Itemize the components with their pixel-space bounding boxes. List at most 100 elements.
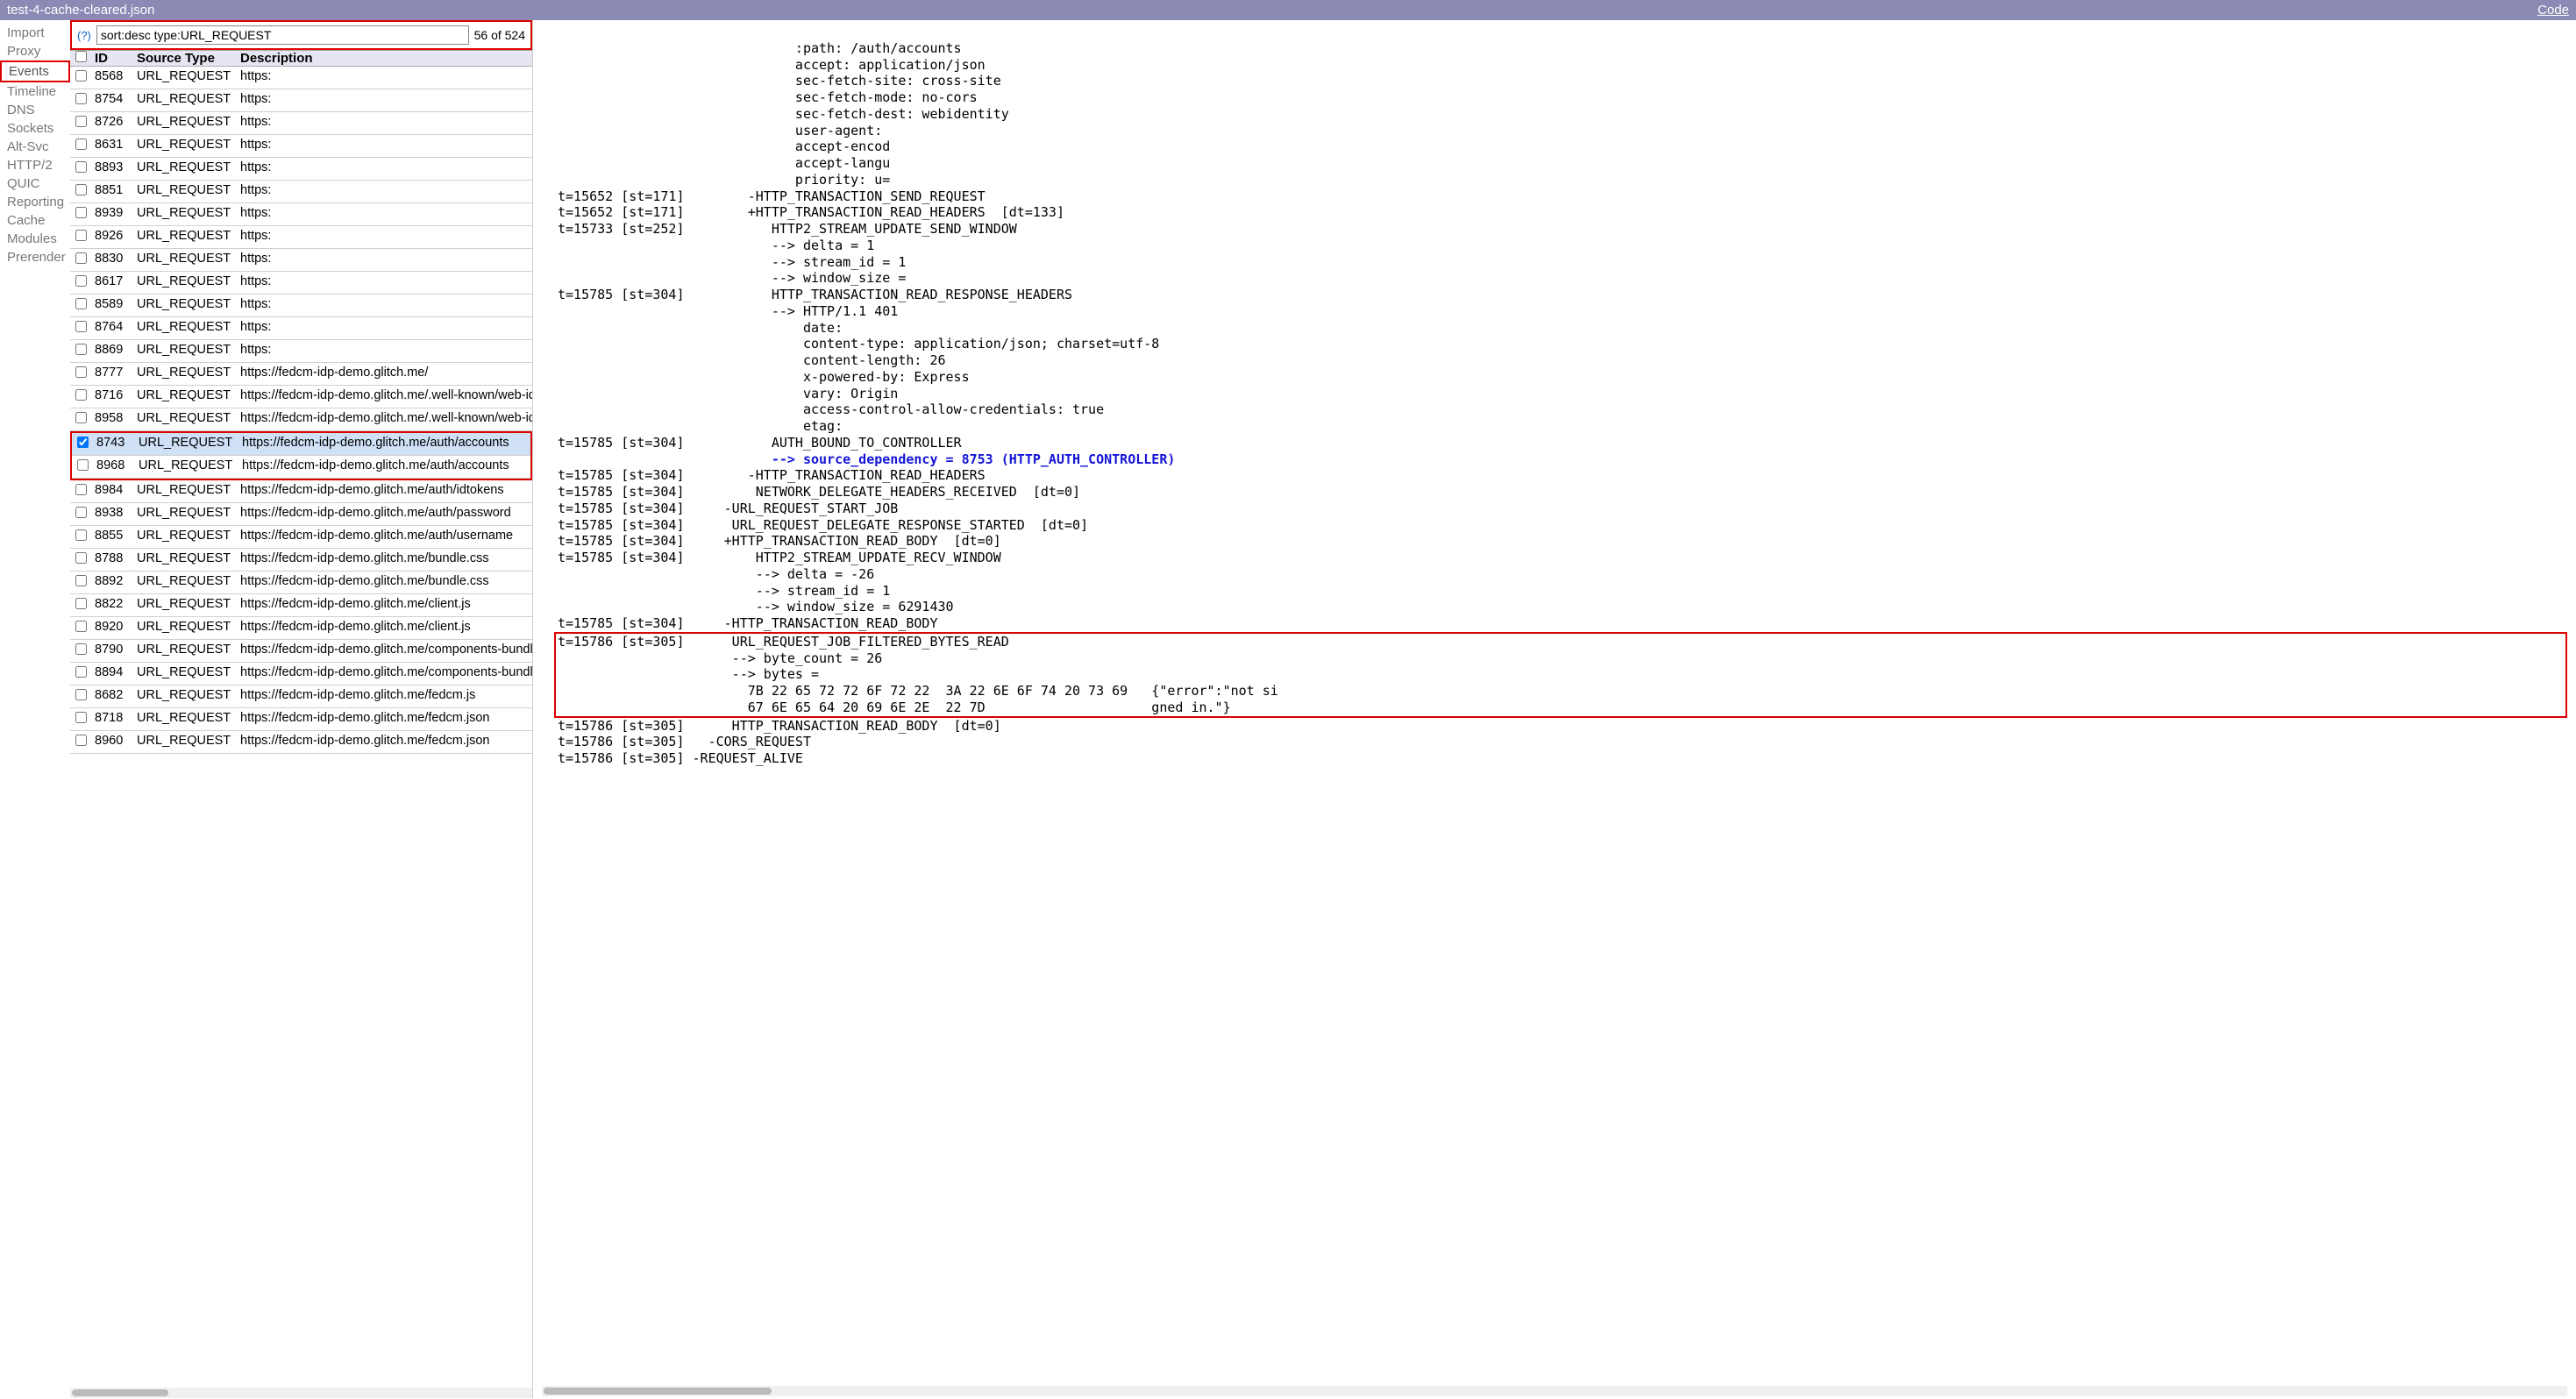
row-checkbox-cell[interactable] [70,67,91,89]
table-row[interactable]: 8743URL_REQUESThttps://fedcm-idp-demo.gl… [72,433,530,456]
table-row[interactable]: 8960URL_REQUESThttps://fedcm-idp-demo.gl… [70,731,532,754]
row-checkbox-cell[interactable] [70,181,91,202]
table-row[interactable]: 8894URL_REQUESThttps://fedcm-idp-demo.gl… [70,663,532,685]
table-row[interactable]: 8617URL_REQUESThttps: [70,272,532,295]
row-checkbox[interactable] [75,689,87,700]
row-checkbox-cell[interactable] [70,89,91,111]
sidebar-item-dns[interactable]: DNS [0,101,70,119]
row-checkbox[interactable] [75,484,87,495]
row-checkbox[interactable] [75,389,87,401]
table-row[interactable]: 8568URL_REQUESThttps: [70,67,532,89]
row-checkbox-cell[interactable] [70,112,91,134]
row-checkbox-cell[interactable] [70,386,91,408]
row-checkbox-cell[interactable] [70,480,91,502]
detail-horizontal-scrollbar[interactable] [542,1386,2567,1396]
table-row[interactable]: 8777URL_REQUESThttps://fedcm-idp-demo.gl… [70,363,532,386]
row-checkbox-cell[interactable] [70,572,91,593]
row-checkbox-cell[interactable] [70,731,91,753]
row-checkbox[interactable] [75,230,87,241]
row-checkbox-cell[interactable] [70,203,91,225]
row-checkbox[interactable] [75,412,87,423]
row-checkbox-cell[interactable] [70,272,91,294]
header-type[interactable]: Source Type [133,51,237,66]
row-checkbox-cell[interactable] [70,663,91,685]
row-checkbox[interactable] [75,207,87,218]
row-checkbox-cell[interactable] [70,226,91,248]
table-row[interactable]: 8822URL_REQUESThttps://fedcm-idp-demo.gl… [70,594,532,617]
table-row[interactable]: 8893URL_REQUESThttps: [70,158,532,181]
table-row[interactable]: 8754URL_REQUESThttps: [70,89,532,112]
row-checkbox[interactable] [75,321,87,332]
row-checkbox[interactable] [75,138,87,150]
table-row[interactable]: 8984URL_REQUESThttps://fedcm-idp-demo.gl… [70,480,532,503]
sidebar-item-sockets[interactable]: Sockets [0,119,70,138]
row-checkbox-cell[interactable] [70,249,91,271]
table-row[interactable]: 8830URL_REQUESThttps: [70,249,532,272]
row-checkbox[interactable] [75,184,87,195]
horizontal-scrollbar[interactable] [70,1388,532,1398]
scrollbar-thumb[interactable] [72,1389,168,1396]
row-checkbox-cell[interactable] [70,295,91,316]
detail-scrollbar-thumb[interactable] [544,1388,772,1395]
row-checkbox-cell[interactable] [70,135,91,157]
table-rows[interactable]: 8568URL_REQUESThttps:8754URL_REQUESThttp… [70,67,532,1388]
row-checkbox-cell[interactable] [70,317,91,339]
table-row[interactable]: 8764URL_REQUESThttps: [70,317,532,340]
row-checkbox[interactable] [75,366,87,378]
code-link[interactable]: Code [2537,3,2569,18]
table-row[interactable]: 8869URL_REQUESThttps: [70,340,532,363]
row-checkbox-cell[interactable] [70,594,91,616]
sidebar-item-import[interactable]: Import [0,24,70,42]
sidebar-item-http2[interactable]: HTTP/2 [0,156,70,174]
table-row[interactable]: 8926URL_REQUESThttps: [70,226,532,249]
row-checkbox-cell[interactable] [70,549,91,571]
row-checkbox-cell[interactable] [70,526,91,548]
source-dependency-line[interactable]: --> source_dependency = 8753 (HTTP_AUTH_… [558,451,1175,467]
row-checkbox-cell[interactable] [70,158,91,180]
row-checkbox[interactable] [75,93,87,104]
row-checkbox[interactable] [75,529,87,541]
table-row[interactable]: 8938URL_REQUESThttps://fedcm-idp-demo.gl… [70,503,532,526]
row-checkbox[interactable] [75,252,87,264]
table-row[interactable]: 8589URL_REQUESThttps: [70,295,532,317]
table-row[interactable]: 8920URL_REQUESThttps://fedcm-idp-demo.gl… [70,617,532,640]
table-row[interactable]: 8716URL_REQUESThttps://fedcm-idp-demo.gl… [70,386,532,408]
row-checkbox-cell[interactable] [70,503,91,525]
table-row[interactable]: 8958URL_REQUESThttps://fedcm-idp-demo.gl… [70,408,532,431]
table-row[interactable]: 8851URL_REQUESThttps: [70,181,532,203]
row-checkbox[interactable] [75,712,87,723]
sidebar-item-cache[interactable]: Cache [0,211,70,230]
header-check[interactable] [70,51,91,66]
row-checkbox[interactable] [75,70,87,82]
sidebar-item-quic[interactable]: QUIC [0,174,70,193]
table-row[interactable]: 8968URL_REQUESThttps://fedcm-idp-demo.gl… [72,456,530,479]
row-checkbox-cell[interactable] [70,617,91,639]
sidebar-item-proxy[interactable]: Proxy [0,42,70,60]
detail-panel[interactable]: :path: /auth/accounts accept: applicatio… [533,20,2576,1398]
row-checkbox-cell[interactable] [72,433,93,455]
table-row[interactable]: 8631URL_REQUESThttps: [70,135,532,158]
table-row[interactable]: 8939URL_REQUESThttps: [70,203,532,226]
search-help-link[interactable]: (?) [77,29,91,42]
table-row[interactable]: 8790URL_REQUESThttps://fedcm-idp-demo.gl… [70,640,532,663]
row-checkbox[interactable] [75,598,87,609]
table-row[interactable]: 8718URL_REQUESThttps://fedcm-idp-demo.gl… [70,708,532,731]
row-checkbox[interactable] [75,275,87,287]
row-checkbox[interactable] [75,643,87,655]
row-checkbox[interactable] [75,344,87,355]
sidebar-item-reporting[interactable]: Reporting [0,193,70,211]
row-checkbox[interactable] [75,552,87,564]
row-checkbox[interactable] [75,298,87,309]
row-checkbox-cell[interactable] [70,408,91,430]
row-checkbox-cell[interactable] [70,708,91,730]
table-row[interactable]: 8682URL_REQUESThttps://fedcm-idp-demo.gl… [70,685,532,708]
row-checkbox[interactable] [75,575,87,586]
header-id[interactable]: ID [91,51,133,66]
row-checkbox[interactable] [77,437,89,448]
row-checkbox[interactable] [75,161,87,173]
table-row[interactable]: 8788URL_REQUESThttps://fedcm-idp-demo.gl… [70,549,532,572]
row-checkbox-cell[interactable] [70,640,91,662]
row-checkbox[interactable] [77,459,89,471]
row-checkbox-cell[interactable] [70,340,91,362]
header-desc[interactable]: Description [237,51,532,66]
